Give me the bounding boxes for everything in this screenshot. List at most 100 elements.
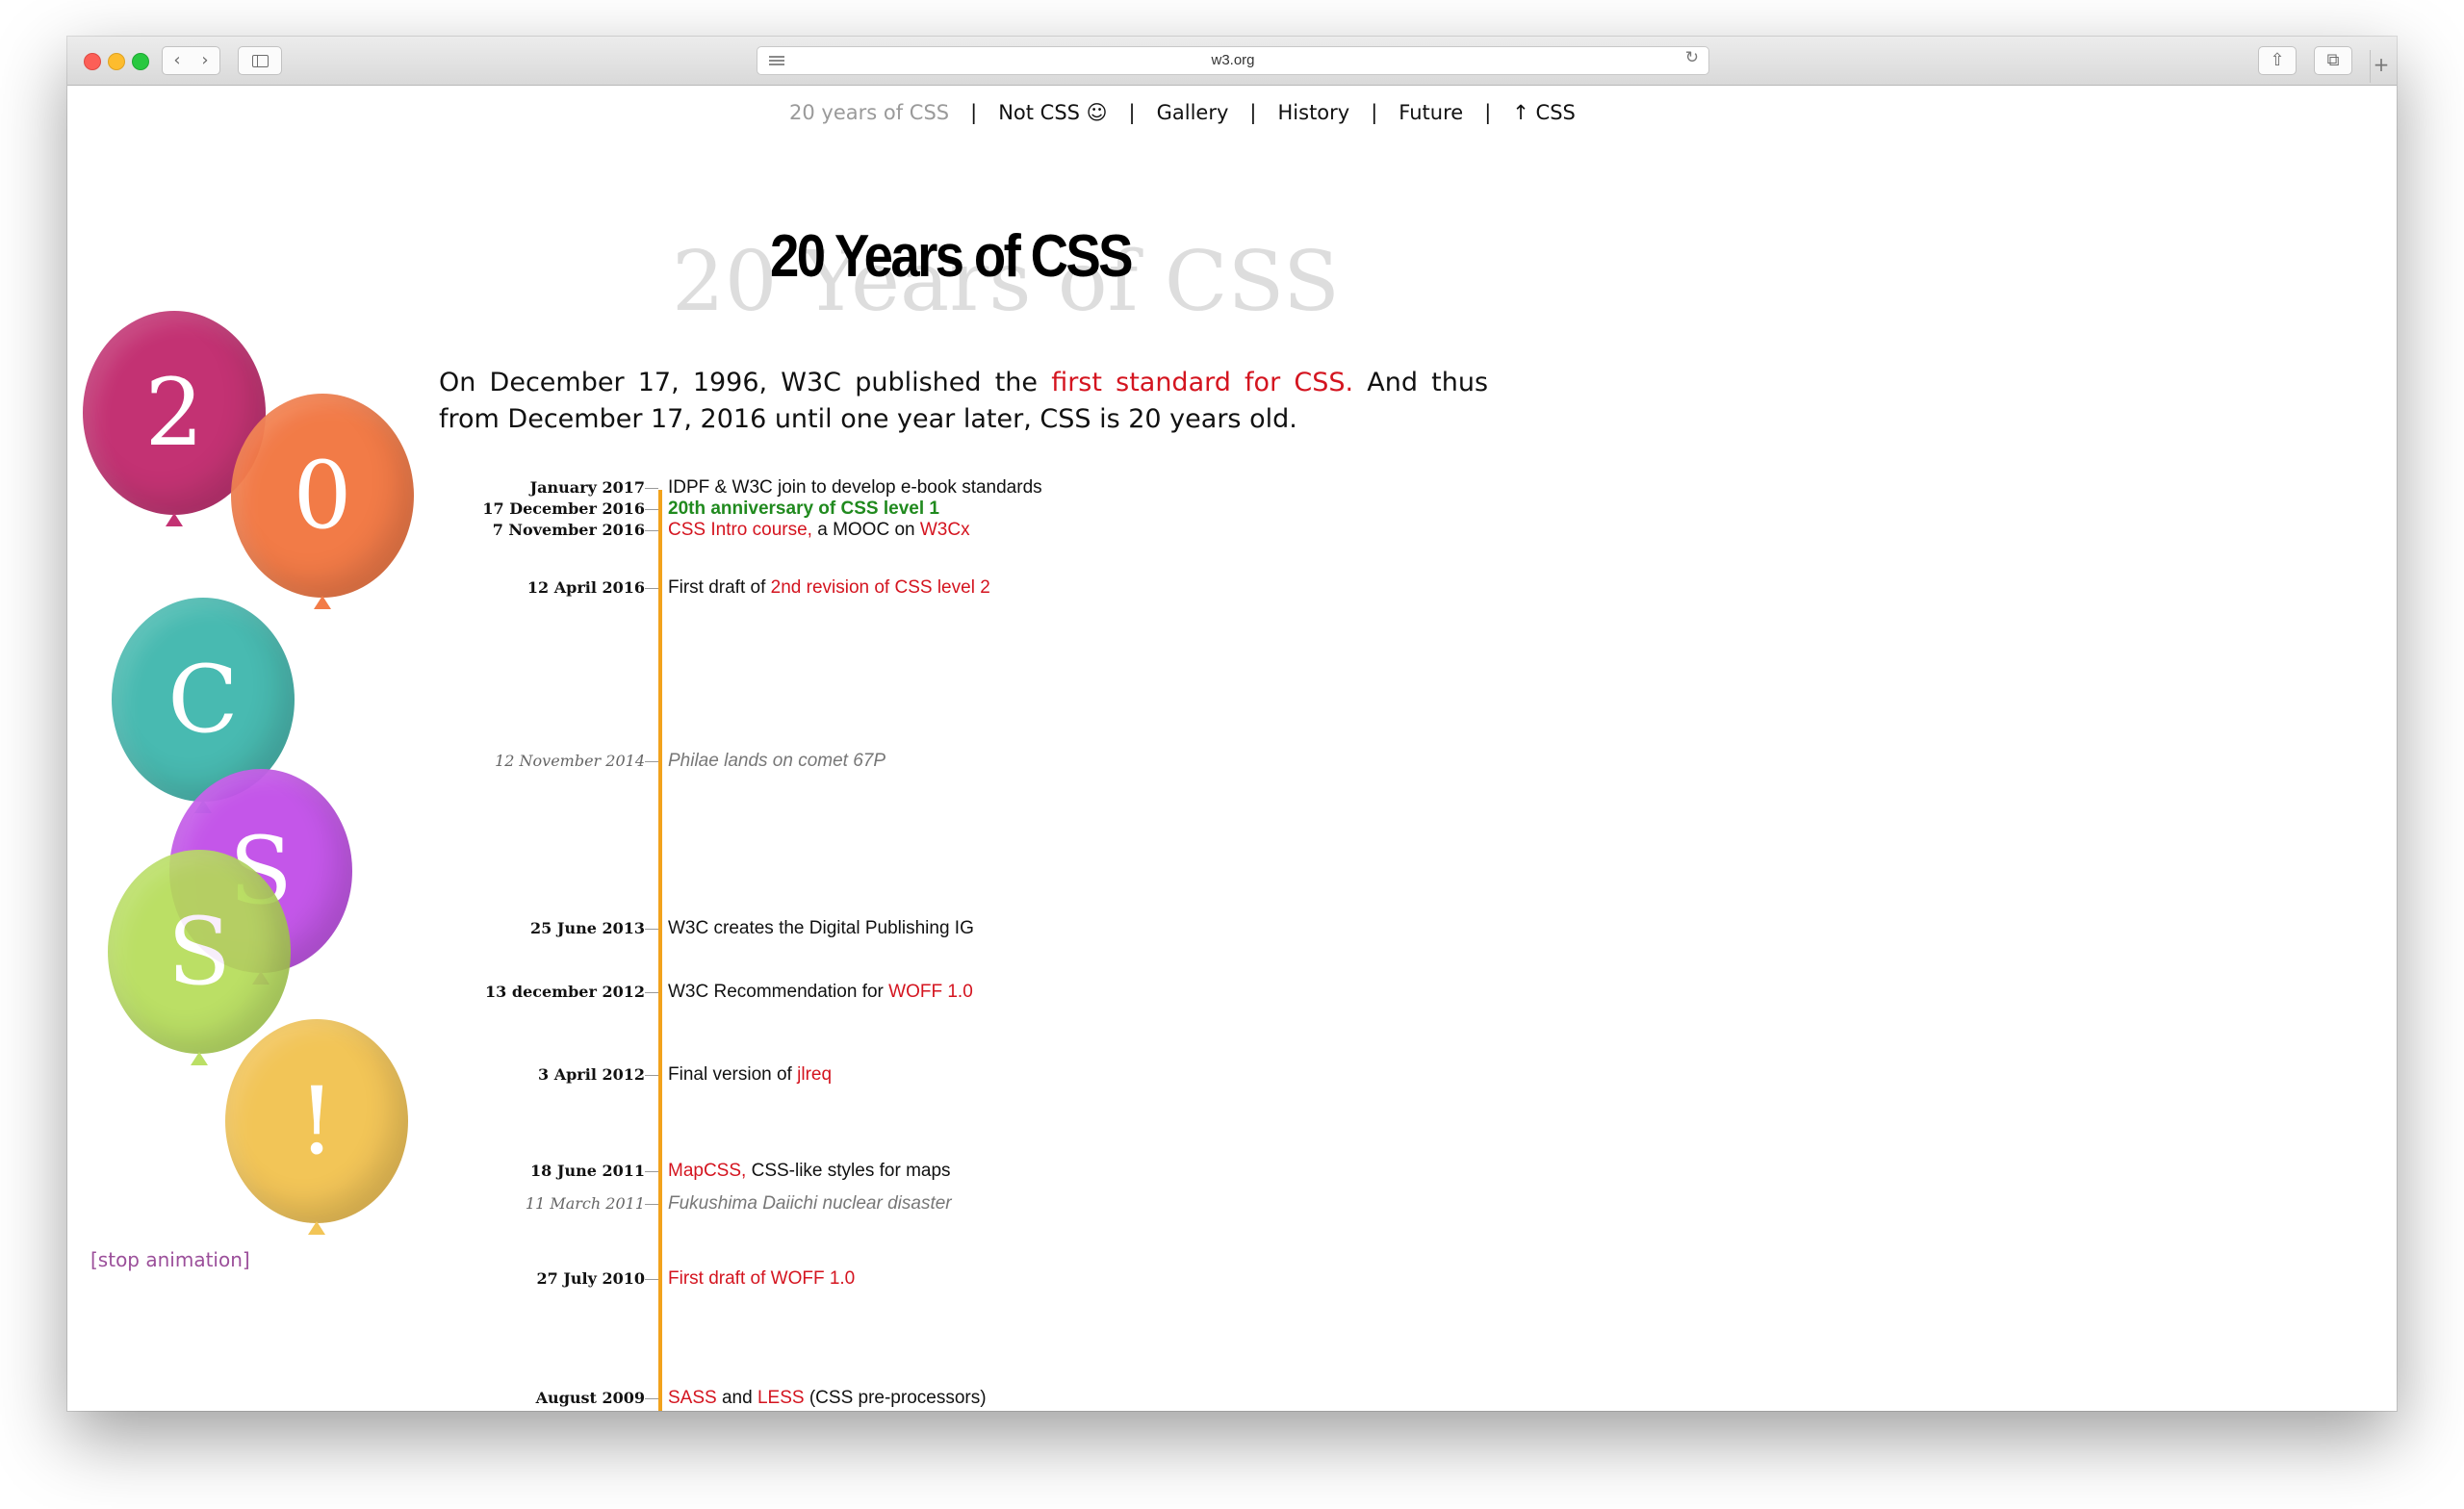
event-description: First draft of WOFF 1.0 xyxy=(668,1267,855,1291)
sidebar-icon xyxy=(252,55,269,67)
top-navigation: 20 years of CSS | Not CSS ☺ | Gallery | Histor… xyxy=(789,101,1867,124)
event-text: Final version of xyxy=(668,1064,798,1085)
timeline-tick xyxy=(645,1075,658,1076)
chevron-left-icon: ‹ xyxy=(173,50,181,70)
reload-icon[interactable]: ↻ xyxy=(1685,48,1699,67)
nav-separator: | xyxy=(1128,101,1136,124)
address-bar[interactable]: w3.org ↻ xyxy=(757,46,1709,75)
timeline-tick xyxy=(645,992,658,993)
event-date: 18 June 2011 xyxy=(530,1162,645,1180)
minimize-window-button[interactable] xyxy=(108,53,125,70)
event-text: Philae lands on comet 67P xyxy=(668,751,886,771)
sidebar-toggle-button[interactable] xyxy=(238,46,282,75)
timeline-event: January 2017 IDPF & W3C join to develop e… xyxy=(67,476,1319,499)
nav-item-history[interactable]: History xyxy=(1278,101,1350,124)
event-description: Philae lands on comet 67P xyxy=(668,750,886,773)
event-text: First draft of xyxy=(668,577,771,598)
event-text: Fukushima Daiichi nuclear disaster xyxy=(668,1193,952,1214)
event-link[interactable]: CSS Intro course, xyxy=(668,520,812,540)
browser-toolbar: ‹ › w3.org ↻ ⇧ ⧉ + xyxy=(67,37,2397,86)
event-link[interactable]: MapCSS, xyxy=(668,1161,746,1181)
event-description: W3C Recommendation for WOFF 1.0 xyxy=(668,981,973,1004)
event-text: JavaFX CSS, CSS-like styles for GUIs xyxy=(668,1409,979,1411)
tabs-icon: ⧉ xyxy=(2326,50,2340,70)
event-date: 2 June 2009 xyxy=(356,1408,645,1411)
event-link[interactable]: First draft of WOFF 1.0 xyxy=(668,1268,855,1289)
event-description: IDPF & W3C join to develop e-book standa… xyxy=(668,476,1042,499)
show-tabs-button[interactable]: ⧉ xyxy=(2314,46,2352,75)
back-button[interactable]: ‹ xyxy=(162,46,192,75)
timeline-tick xyxy=(645,761,658,762)
event-description: Fukushima Daiichi nuclear disaster xyxy=(668,1192,952,1215)
timeline-event: 3 April 2012 Final version of jlreq xyxy=(67,1063,1319,1087)
browser-window: ‹ › w3.org ↻ ⇧ ⧉ + 20 years of CSS | Not C… xyxy=(67,37,2397,1411)
timeline-event: 12 April 2016 First draft of 2nd revision… xyxy=(67,576,1319,600)
timeline-tick xyxy=(645,929,658,930)
timeline-tick xyxy=(645,488,658,489)
timeline-tick xyxy=(645,1204,658,1205)
event-date: 12 April 2016 xyxy=(526,578,645,597)
event-link[interactable]: 2nd revision of CSS level 2 xyxy=(771,577,990,598)
nav-separator: | xyxy=(970,101,978,124)
timeline-event: 25 June 2013 W3C creates the Digital Publ… xyxy=(67,917,1319,940)
event-text: (CSS pre-processors) xyxy=(804,1388,987,1408)
event-date: 13 december 2012 xyxy=(485,983,645,1001)
balloon-knot xyxy=(308,1221,325,1235)
first-standard-link[interactable]: first standard for CSS. xyxy=(1051,368,1353,397)
new-tab-button[interactable]: + xyxy=(2370,50,2392,83)
event-description: First draft of 2nd revision of CSS level… xyxy=(668,576,990,600)
nav-item-up-css[interactable]: ↑ CSS xyxy=(1512,101,1576,124)
event-description: MapCSS, CSS-like styles for maps xyxy=(668,1160,951,1183)
event-text: a MOOC on xyxy=(811,520,920,540)
event-text: W3C Recommendation for xyxy=(668,982,889,1002)
nav-item-not-css[interactable]: Not CSS ☺ xyxy=(998,101,1107,124)
event-date: 25 June 2013 xyxy=(530,919,645,937)
timeline-event: 17 December 2016 20th anniversary of CSS … xyxy=(67,498,1319,521)
event-date: 7 November 2016 xyxy=(492,521,645,539)
zoom-window-button[interactable] xyxy=(132,53,149,70)
page-title: 20 Years of CSS xyxy=(770,223,1134,290)
url-text: w3.org xyxy=(1211,52,1255,68)
timeline-event: 2 June 2009 JavaFX CSS, CSS-like styles f… xyxy=(67,1408,1319,1411)
event-text: and xyxy=(716,1388,757,1408)
timeline-event: 13 december 2012 W3C Recommendation for W… xyxy=(67,981,1319,1004)
timeline-tick xyxy=(645,509,658,510)
timeline-tick xyxy=(645,1398,658,1399)
nav-item-gallery[interactable]: Gallery xyxy=(1157,101,1229,124)
event-link[interactable]: SASS xyxy=(668,1388,717,1408)
share-button[interactable]: ⇧ xyxy=(2258,46,2297,75)
timeline-tick xyxy=(645,530,658,531)
nav-separator: | xyxy=(1249,101,1257,124)
nav-item-20-years[interactable]: 20 years of CSS xyxy=(789,101,949,124)
timeline-tick xyxy=(645,1279,658,1280)
timeline-tick xyxy=(645,588,658,589)
share-icon: ⇧ xyxy=(2270,50,2285,70)
close-window-button[interactable] xyxy=(84,53,101,70)
page-content: 20 years of CSS | Not CSS ☺ | Gallery | Histor… xyxy=(67,86,2397,1411)
nav-separator: | xyxy=(1371,101,1378,124)
timeline-event: 18 June 2011 MapCSS, CSS-like styles for … xyxy=(67,1160,1319,1183)
timeline-event: 12 November 2014 Philae lands on comet 67… xyxy=(67,750,1319,773)
chevron-right-icon: › xyxy=(201,50,209,70)
nav-separator: | xyxy=(1484,101,1492,124)
event-link[interactable]: LESS xyxy=(757,1388,805,1408)
event-description: Final version of jlreq xyxy=(668,1063,832,1087)
anniversary-link[interactable]: 20th anniversary of CSS level 1 xyxy=(668,499,939,519)
event-date: January 2017 xyxy=(529,478,645,497)
event-description: W3C creates the Digital Publishing IG xyxy=(668,917,974,940)
event-date: August 2009 xyxy=(535,1389,645,1407)
event-description: SASS and LESS (CSS pre-processors) xyxy=(668,1387,987,1410)
intro-text-start: On December 17, 1996, W3C published the xyxy=(439,368,1052,397)
event-date: 27 July 2010 xyxy=(536,1269,645,1288)
nav-item-future[interactable]: Future xyxy=(1399,101,1463,124)
timeline-event: 7 November 2016 CSS Intro course, a MOOC … xyxy=(67,519,1319,542)
timeline-event: 11 March 2011 Fukushima Daiichi nuclear d… xyxy=(67,1192,1319,1215)
event-date: 3 April 2012 xyxy=(538,1065,645,1084)
timeline-tick xyxy=(645,1171,658,1172)
event-link[interactable]: WOFF 1.0 xyxy=(888,982,973,1002)
event-description: JavaFX CSS, CSS-like styles for GUIs xyxy=(668,1408,979,1411)
timeline-event: August 2009 SASS and LESS (CSS pre-proces… xyxy=(67,1387,1319,1410)
event-link[interactable]: W3Cx xyxy=(920,520,970,540)
forward-button[interactable]: › xyxy=(191,46,220,75)
event-link[interactable]: jlreq xyxy=(797,1064,832,1085)
